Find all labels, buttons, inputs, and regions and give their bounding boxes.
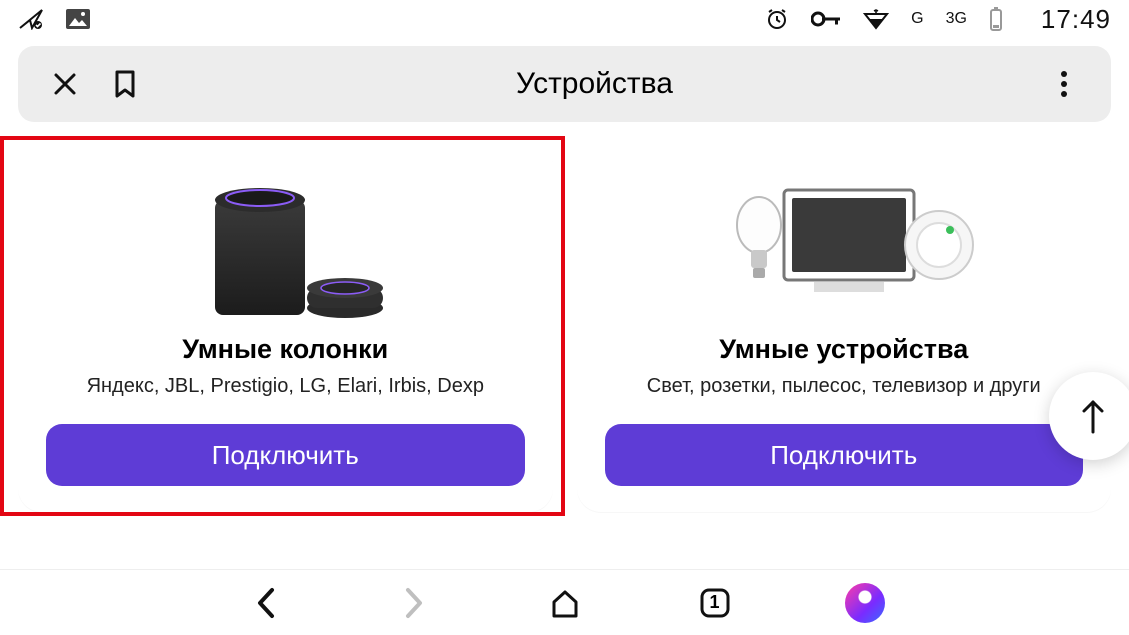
wifi-icon: [863, 8, 889, 30]
more-menu-button[interactable]: [1043, 63, 1085, 105]
tabs-count: 1: [709, 592, 719, 613]
assistant-orb-icon: [845, 583, 885, 623]
card-subtitle: Яндекс, JBL, Prestigio, LG, Elari, Irbis…: [46, 375, 525, 398]
statusbar: G 3G 17:49: [0, 0, 1129, 38]
image-icon: [66, 9, 90, 29]
devices-illustration: [714, 170, 974, 320]
content-area: Умные колонки Яндекс, JBL, Prestigio, LG…: [0, 122, 1129, 512]
bookmark-button[interactable]: [104, 63, 146, 105]
app-header: Устройства: [18, 46, 1111, 122]
connect-devices-button[interactable]: Подключить: [605, 424, 1084, 486]
close-button[interactable]: [44, 63, 86, 105]
battery-icon: [989, 7, 1003, 31]
speakers-illustration: [155, 170, 415, 320]
card-title: Умные устройства: [719, 334, 968, 365]
nav-tabs-button[interactable]: 1: [695, 583, 735, 623]
nav-back-button[interactable]: [245, 583, 285, 623]
clock-time: 17:49: [1041, 4, 1111, 35]
vpn-key-icon: [811, 11, 841, 27]
net-g-label: G: [911, 10, 923, 28]
card-smart-speakers[interactable]: Умные колонки Яндекс, JBL, Prestigio, LG…: [18, 140, 553, 512]
net-3g-label: 3G: [946, 10, 967, 28]
scroll-top-button[interactable]: [1049, 372, 1129, 460]
card-title: Умные колонки: [182, 334, 388, 365]
card-smart-devices[interactable]: Умные устройства Свет, розетки, пылесос,…: [577, 140, 1112, 512]
share-location-icon: [18, 8, 44, 30]
connect-speakers-button[interactable]: Подключить: [46, 424, 525, 486]
page-title: Устройства: [146, 67, 1043, 101]
bottom-nav: 1: [0, 569, 1129, 635]
nav-home-button[interactable]: [545, 583, 585, 623]
nav-assistant-button[interactable]: [845, 583, 885, 623]
nav-forward-button[interactable]: [395, 583, 435, 623]
alarm-icon: [765, 7, 789, 31]
card-subtitle: Свет, розетки, пылесос, телевизор и друг…: [605, 375, 1084, 398]
